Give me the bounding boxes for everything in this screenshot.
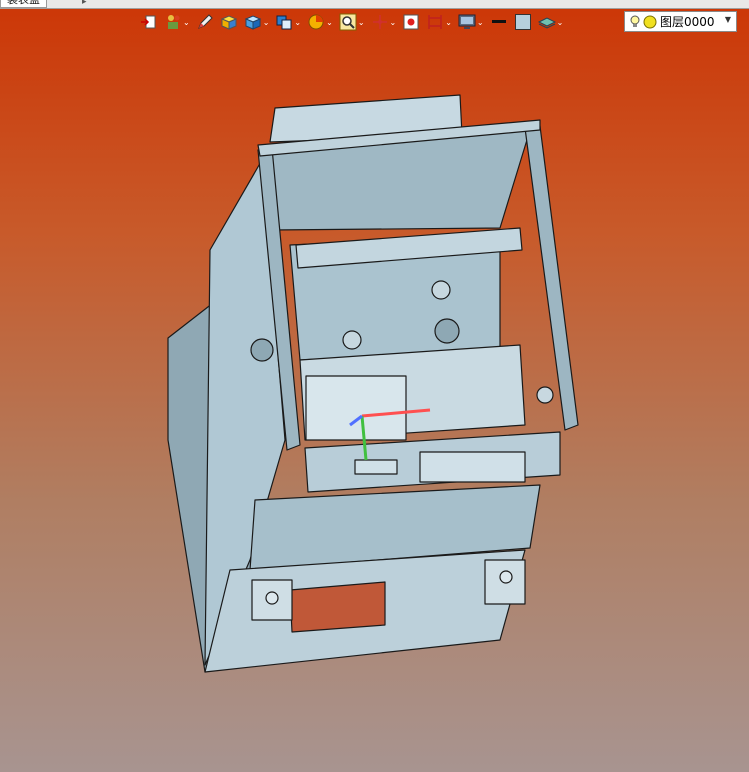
cube-yellow-button[interactable]: [220, 11, 238, 33]
chevron-down-icon[interactable]: ⌄: [326, 18, 333, 27]
chevron-down-icon[interactable]: ⌄: [477, 18, 484, 27]
exit-sketch-button[interactable]: [140, 11, 158, 33]
label-plate: [305, 375, 407, 441]
view-cube-icon: [244, 15, 261, 30]
bearing: [536, 386, 554, 404]
tab-scroll-arrow-icon[interactable]: ▸: [82, 0, 87, 7]
line-color-button[interactable]: [490, 11, 508, 33]
line-color-icon: [491, 20, 506, 23]
display-monitor-icon: [458, 14, 476, 29]
layer-dropdown-value: 图层0000: [660, 15, 715, 29]
fill-color-icon: [514, 14, 531, 30]
frame-button[interactable]: ⌄: [426, 11, 452, 33]
zoom-fit-button[interactable]: ⌄: [339, 11, 365, 33]
fill-color-button[interactable]: [514, 11, 532, 33]
move-axis-icon: [372, 15, 387, 29]
chevron-down-icon[interactable]: ⌄: [358, 18, 365, 27]
layer-color-dot-icon: [643, 15, 657, 28]
view-toolbar: ⌄ ⌄ ⌄ ⌄ ⌄ ⌄ ⌄ ⌄ ⌄: [140, 11, 569, 33]
chevron-down-icon[interactable]: ⌄: [445, 18, 452, 27]
move-axis-button[interactable]: ⌄: [371, 11, 397, 33]
chevron-down-icon[interactable]: ▼: [725, 15, 731, 24]
assembly-tree-button[interactable]: ⌄: [164, 11, 190, 33]
display-monitor-button[interactable]: ⌄: [458, 11, 484, 33]
layer-dropdown[interactable]: 图层0000 ▼: [624, 11, 737, 32]
bottom-opening: [289, 581, 386, 633]
view-cube-button[interactable]: ⌄: [244, 11, 270, 33]
snapshot-icon: [403, 14, 419, 30]
chevron-down-icon[interactable]: ⌄: [294, 18, 301, 27]
lightbulb-icon[interactable]: [629, 15, 641, 29]
chevron-down-icon[interactable]: ⌄: [183, 18, 190, 27]
exit-sketch-icon: [141, 15, 156, 29]
section-view-button[interactable]: ⌄: [275, 11, 301, 33]
section-view-icon: [276, 15, 292, 30]
chevron-down-icon[interactable]: ⌄: [390, 18, 397, 27]
pencil-icon: [197, 14, 213, 29]
assembly-tree-icon: [168, 15, 180, 29]
hole-2: [250, 338, 274, 362]
pie-render-button[interactable]: ⌄: [307, 11, 333, 33]
cylinder-2: [431, 280, 451, 300]
cylinder-1: [342, 330, 362, 350]
pencil-button[interactable]: [196, 11, 214, 33]
zoom-fit-icon: [339, 13, 357, 31]
pie-render-icon: [308, 14, 324, 30]
document-tab-strip: 装表盒 ▸: [0, 0, 749, 9]
chevron-down-icon[interactable]: ⌄: [263, 18, 270, 27]
layer-button[interactable]: ⌄: [537, 11, 564, 33]
cube-yellow-icon: [220, 15, 237, 30]
chevron-down-icon[interactable]: ⌄: [557, 18, 564, 27]
layer-icon: [537, 17, 556, 29]
snapshot-button[interactable]: [402, 11, 420, 33]
document-tab[interactable]: 装表盒: [0, 0, 47, 8]
frame-icon: [428, 15, 442, 29]
bolt-right: [499, 570, 513, 584]
small-display: [354, 459, 398, 475]
lcd-display: [419, 451, 526, 483]
bolt-left: [265, 591, 279, 605]
3d-viewport[interactable]: [0, 34, 749, 772]
hole-1: [434, 318, 460, 344]
right-front-post: [524, 125, 579, 431]
cad-model[interactable]: [0, 34, 749, 772]
